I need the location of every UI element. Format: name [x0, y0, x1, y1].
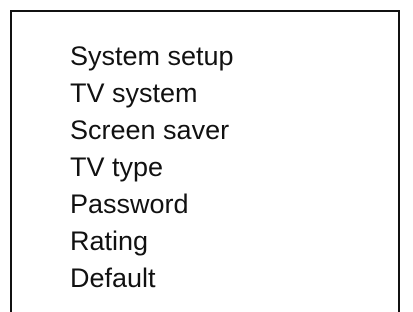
- menu-item-tv-type[interactable]: TV type: [70, 149, 234, 186]
- system-setup-menu-panel: System setup TV system Screen saver TV t…: [10, 10, 400, 312]
- menu-item-screen-saver[interactable]: Screen saver: [70, 112, 234, 149]
- menu-item-password[interactable]: Password: [70, 186, 234, 223]
- menu-item-tv-system[interactable]: TV system: [70, 75, 234, 112]
- menu-list: System setup TV system Screen saver TV t…: [70, 38, 234, 297]
- menu-item-rating[interactable]: Rating: [70, 223, 234, 260]
- menu-item-system-setup[interactable]: System setup: [70, 38, 234, 75]
- menu-item-default[interactable]: Default: [70, 260, 234, 297]
